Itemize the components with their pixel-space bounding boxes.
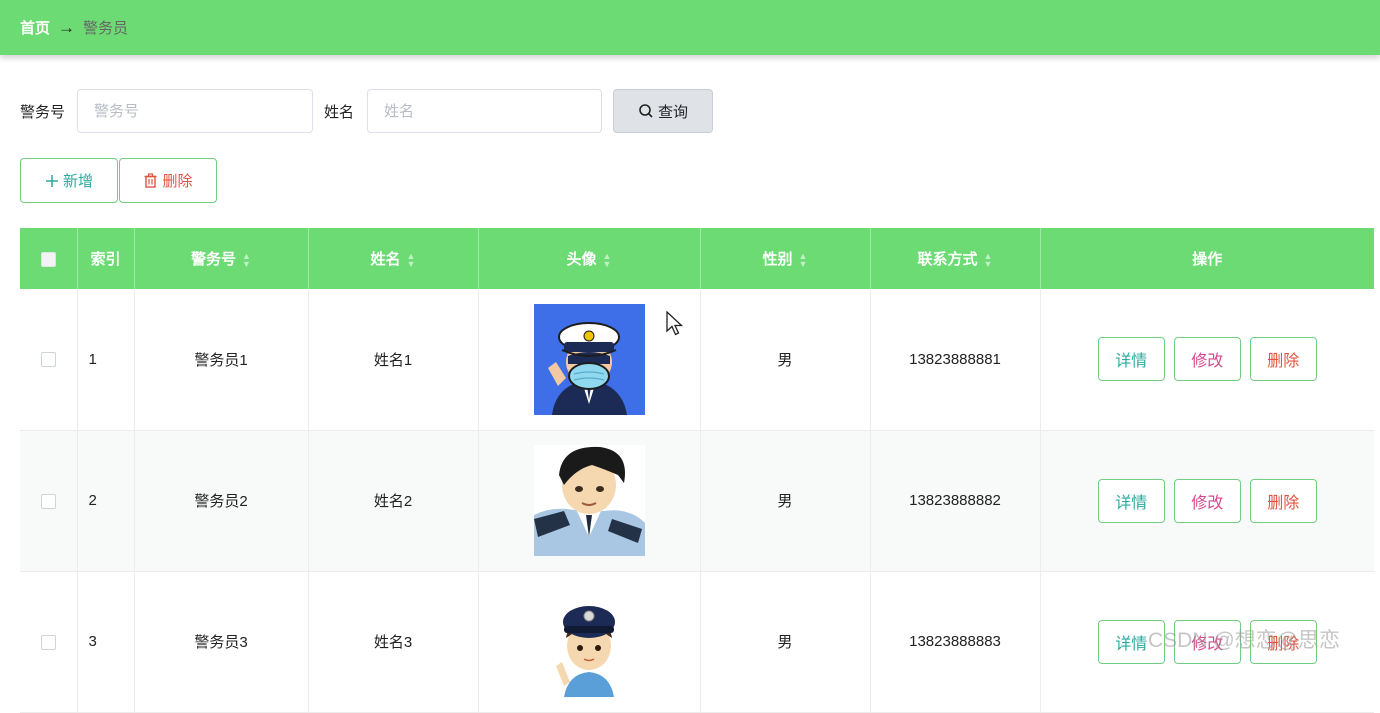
toolbar: 新增 删除 (20, 158, 217, 203)
sort-icon[interactable]: ▲ ▼ (242, 252, 251, 269)
row-select-cell[interactable] (20, 430, 78, 572)
sort-icon[interactable]: ▲ ▼ (603, 252, 612, 269)
row-select-cell[interactable] (20, 571, 78, 713)
row-gender: 男 (700, 430, 871, 572)
table-row: 2 警务员2 姓名2 男 13823888882 详情 修改 删除 (20, 430, 1374, 572)
header-avatar[interactable]: 头像 ▲ ▼ (478, 228, 701, 289)
add-button[interactable]: 新增 (20, 158, 118, 203)
row-index: 2 (77, 430, 135, 572)
breadcrumb-current: 警务员 (83, 20, 129, 37)
detail-button[interactable]: 详情 (1097, 478, 1165, 523)
breadcrumb-home[interactable]: 首页 (20, 17, 50, 38)
search-icon (639, 104, 653, 118)
query-button[interactable]: 查询 (613, 89, 714, 133)
add-button-label: 新增 (62, 173, 93, 190)
header-gender[interactable]: 性别 ▲ ▼ (700, 228, 871, 289)
breadcrumb-arrow-icon: → (58, 17, 76, 37)
header-badge-label: 警务号 (191, 251, 237, 268)
header-phone-label: 联系方式 (917, 251, 978, 268)
table-row: 1 警务员1 姓名1 男 13823888881 详情 修改 删除 (20, 289, 1374, 431)
row-select-cell[interactable] (20, 289, 78, 431)
row-badge: 警务员3 (134, 571, 309, 713)
row-index: 3 (77, 571, 135, 713)
header-actions: 操作 (1040, 228, 1374, 289)
row-actions: 详情 修改 删除 (1040, 289, 1374, 431)
batch-delete-label: 删除 (162, 173, 193, 190)
watermark: CSDN @想恋@思恋 (1148, 629, 1340, 652)
delete-button[interactable]: 删除 (1249, 478, 1317, 523)
mouse-cursor-icon (666, 311, 684, 336)
trash-icon (144, 173, 157, 188)
row-checkbox[interactable] (40, 634, 56, 650)
header-index-label: 索引 (90, 251, 121, 268)
row-phone: 13823888882 (870, 430, 1041, 572)
header-phone[interactable]: 联系方式 ▲ ▼ (870, 228, 1041, 289)
row-checkbox[interactable] (40, 493, 56, 509)
sort-icon[interactable]: ▲ ▼ (407, 252, 416, 269)
name-search-input[interactable] (367, 89, 603, 133)
header-avatar-label: 头像 (566, 251, 597, 268)
name-search-label: 姓名 (324, 103, 355, 121)
row-checkbox[interactable] (40, 352, 56, 368)
police-avatar-1 (533, 303, 645, 415)
query-button-label: 查询 (658, 103, 689, 121)
row-actions: 详情 修改 删除 (1040, 430, 1374, 572)
edit-button[interactable]: 修改 (1173, 478, 1241, 523)
badge-search-input[interactable] (77, 89, 314, 133)
row-avatar-cell (478, 430, 701, 572)
row-badge: 警务员2 (134, 430, 309, 572)
edit-button[interactable]: 修改 (1173, 337, 1241, 382)
header-name[interactable]: 姓名 ▲ ▼ (308, 228, 479, 289)
header-gender-label: 性别 (762, 251, 793, 268)
search-bar: 警务号 姓名 查询 (20, 89, 714, 133)
detail-button[interactable]: 详情 (1097, 337, 1165, 382)
sort-icon[interactable]: ▲ ▼ (984, 252, 993, 269)
batch-delete-button[interactable]: 删除 (119, 158, 217, 203)
header-name-label: 姓名 (370, 251, 401, 268)
select-all-checkbox[interactable] (40, 251, 56, 267)
header-badge[interactable]: 警务号 ▲ ▼ (134, 228, 309, 289)
plus-icon (45, 174, 58, 187)
row-gender: 男 (700, 289, 871, 431)
row-name: 姓名2 (308, 430, 479, 572)
row-badge: 警务员1 (134, 289, 309, 431)
header-select-all[interactable] (20, 228, 78, 289)
row-phone: 13823888883 (870, 571, 1041, 713)
police-avatar-2 (533, 445, 645, 556)
row-avatar-cell (478, 571, 701, 713)
row-name: 姓名1 (308, 289, 479, 431)
row-gender: 男 (700, 571, 871, 713)
badge-search-label: 警务号 (20, 103, 66, 121)
row-name: 姓名3 (308, 571, 479, 713)
row-index: 1 (77, 289, 135, 431)
delete-button[interactable]: 删除 (1249, 337, 1317, 382)
header-actions-label: 操作 (1192, 251, 1223, 268)
police-avatar-3 (533, 586, 645, 697)
row-phone: 13823888881 (870, 289, 1041, 431)
table-header-row: 索引 警务号 ▲ ▼ 姓名 ▲ ▼ 头像 ▲ ▼ 性别 ▲ ▼ 联系方式 ▲ ▼ 操作 (20, 228, 1374, 289)
sort-icon[interactable]: ▲ ▼ (799, 252, 808, 269)
header-index: 索引 (77, 228, 135, 289)
top-bar: 首页 → 警务员 (0, 0, 1380, 55)
